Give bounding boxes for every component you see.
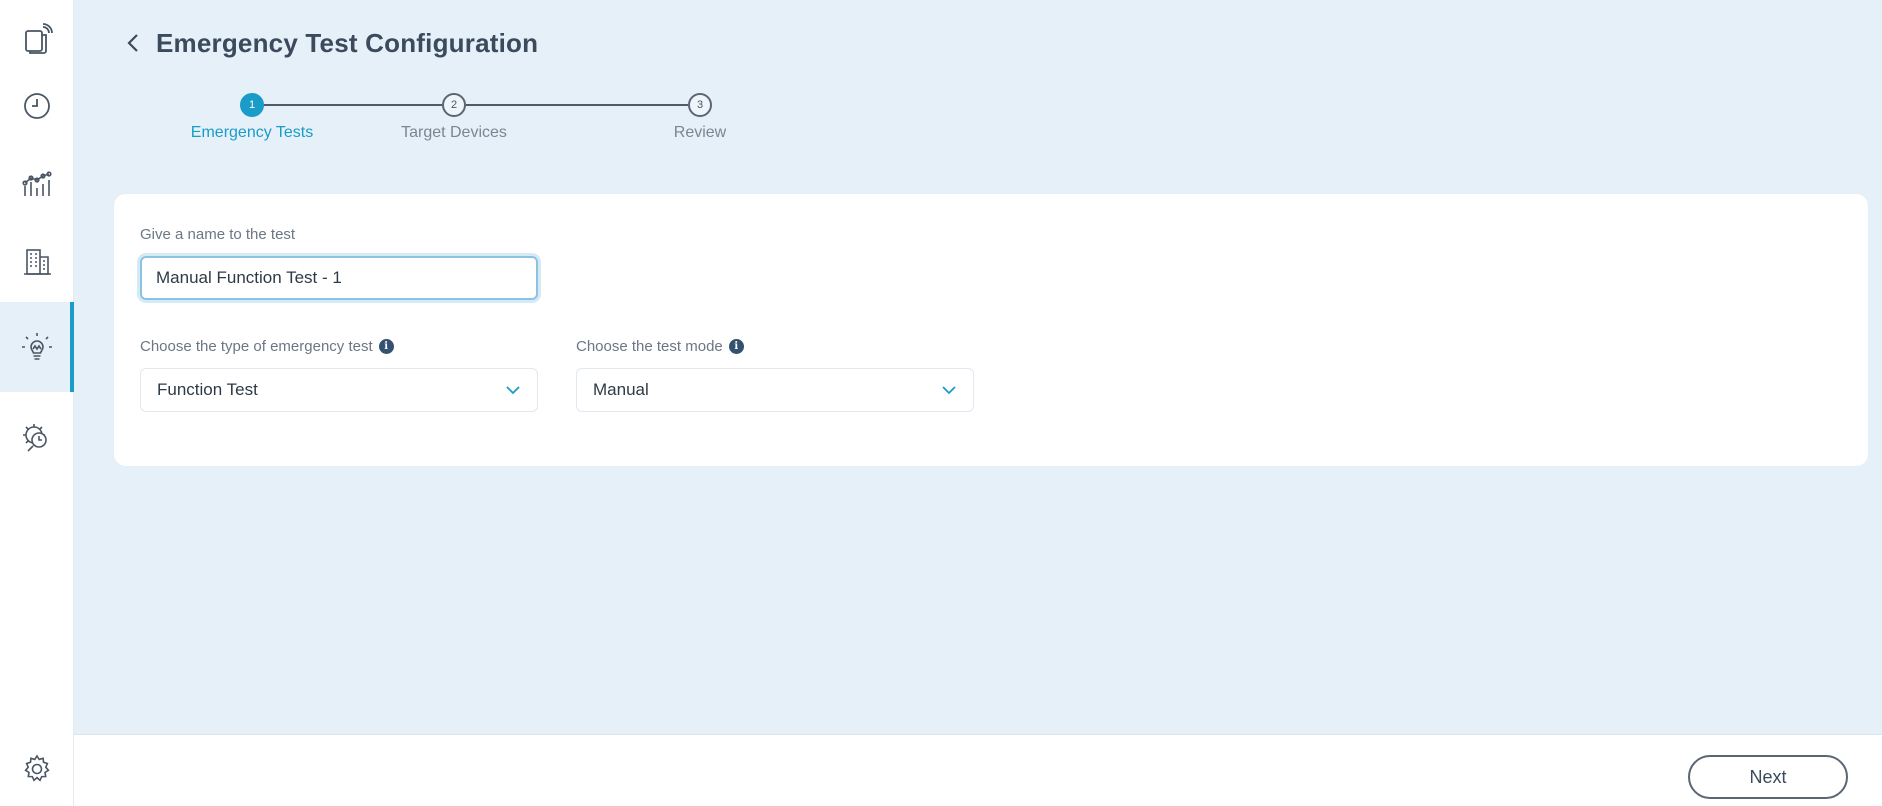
sidebar-item-analytics[interactable] <box>0 144 74 224</box>
test-type-select[interactable]: Function Test <box>140 368 538 412</box>
test-mode-value: Manual <box>593 380 649 399</box>
app-root: Emergency Test Configuration 1 2 3 Emerg… <box>0 0 1882 806</box>
back-button[interactable] <box>118 26 148 60</box>
stepper: 1 2 3 Emergency Tests Target Devices Rev… <box>114 90 754 150</box>
settings-search-icon <box>23 424 47 452</box>
gear-icon <box>24 754 50 782</box>
sidebar <box>0 0 74 806</box>
sidebar-item-maintenance[interactable] <box>0 398 74 478</box>
step-3-indicator[interactable]: 3 <box>688 93 712 117</box>
step-1-label: Emergency Tests <box>190 124 314 141</box>
info-icon[interactable]: i <box>378 339 394 354</box>
step-3-label: Review <box>673 124 727 141</box>
sidebar-item-schedule[interactable] <box>0 66 74 146</box>
test-type-label-text: Choose the type of emergency test <box>140 338 373 355</box>
page-header: Emergency Test Configuration <box>118 26 538 60</box>
test-name-input[interactable] <box>140 256 538 300</box>
clock-icon <box>24 93 50 119</box>
analytics-icon <box>22 171 52 196</box>
page-title: Emergency Test Configuration <box>156 27 539 58</box>
building-icon <box>24 249 51 275</box>
step-connector <box>252 104 442 106</box>
step-2-label: Target Devices <box>401 124 507 141</box>
device-signal-icon <box>25 23 53 54</box>
chevron-left-icon <box>127 34 138 52</box>
test-name-label: Give a name to the test <box>140 226 295 243</box>
sidebar-item-emergency[interactable] <box>0 302 74 392</box>
test-type-label: Choose the type of emergency test i <box>140 338 394 355</box>
test-mode-label-text: Choose the test mode <box>576 338 723 355</box>
test-type-value: Function Test <box>157 380 258 399</box>
step-1-indicator[interactable]: 1 <box>240 93 264 117</box>
chevron-down-icon <box>942 386 956 395</box>
test-mode-label: Choose the test mode i <box>576 338 744 355</box>
sidebar-item-buildings[interactable] <box>0 222 74 302</box>
step-connector <box>466 104 688 106</box>
emergency-light-icon <box>22 333 52 360</box>
info-icon[interactable]: i <box>728 339 744 354</box>
step-2-indicator[interactable]: 2 <box>442 93 466 117</box>
test-mode-select[interactable]: Manual <box>576 368 974 412</box>
test-name-label-text: Give a name to the test <box>140 226 296 243</box>
footer-bar: Next <box>74 734 1882 806</box>
test-config-card: Give a name to the test Choose the type … <box>114 194 1868 466</box>
chevron-down-icon <box>506 386 520 395</box>
next-button[interactable]: Next <box>1688 755 1848 799</box>
sidebar-item-settings[interactable] <box>0 738 74 800</box>
main-content: Emergency Test Configuration 1 2 3 Emerg… <box>74 0 1882 734</box>
